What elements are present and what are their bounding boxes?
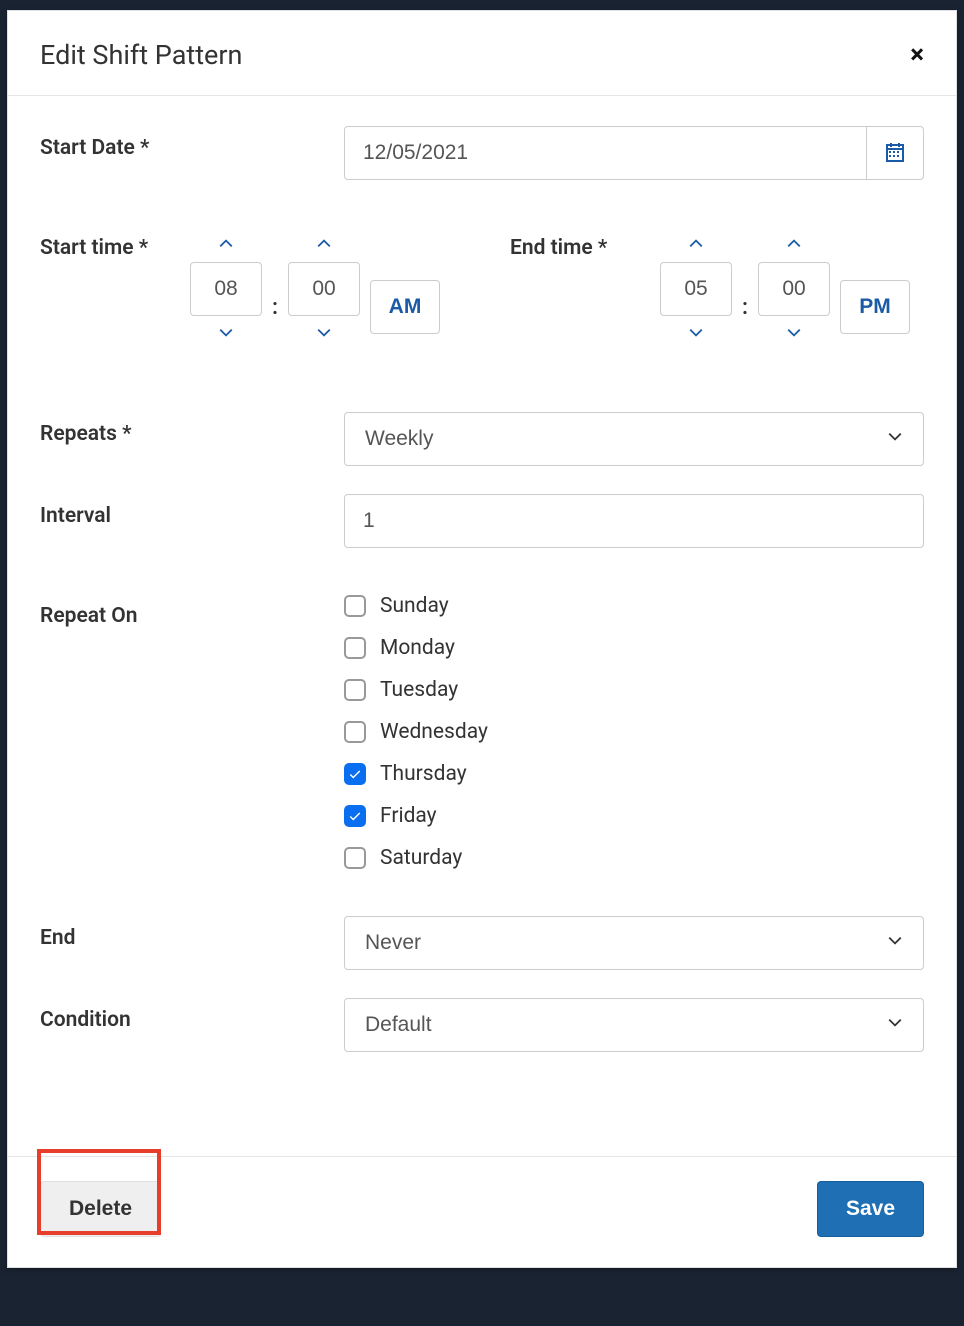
- chevron-down-icon: [215, 322, 237, 347]
- start-minute-down[interactable]: [306, 316, 342, 352]
- end-time-label: End time *: [510, 226, 630, 260]
- repeat-on-day-label: Thursday: [380, 762, 467, 786]
- start-minute-input[interactable]: [288, 262, 360, 316]
- start-date-input[interactable]: [344, 126, 866, 180]
- start-hour-down[interactable]: [208, 316, 244, 352]
- edit-shift-pattern-modal: Edit Shift Pattern × Start Date * Start …: [7, 10, 957, 1268]
- end-hour-up[interactable]: [678, 226, 714, 262]
- repeat-on-option: Monday: [344, 636, 924, 660]
- close-icon[interactable]: ×: [910, 42, 924, 68]
- modal-body: Start Date * Start time *: [8, 96, 956, 1156]
- start-time-picker: : AM: [190, 226, 440, 352]
- repeat-on-checkbox[interactable]: [344, 595, 366, 617]
- repeats-label: Repeats *: [40, 412, 344, 446]
- repeat-on-option: Friday: [344, 804, 924, 828]
- repeat-on-day-label: Wednesday: [380, 720, 488, 744]
- chevron-up-icon: [685, 232, 707, 257]
- repeat-on-option: Wednesday: [344, 720, 924, 744]
- chevron-down-icon: [783, 322, 805, 347]
- end-minute-down[interactable]: [776, 316, 812, 352]
- calendar-icon: [883, 140, 907, 167]
- chevron-up-icon: [313, 232, 335, 257]
- repeat-on-day-label: Tuesday: [380, 678, 458, 702]
- save-button[interactable]: Save: [817, 1181, 924, 1237]
- start-date-label: Start Date *: [40, 126, 344, 160]
- interval-input[interactable]: [344, 494, 924, 548]
- condition-select[interactable]: Default: [344, 998, 924, 1052]
- chevron-up-icon: [783, 232, 805, 257]
- repeat-on-checkbox[interactable]: [344, 721, 366, 743]
- repeat-on-day-label: Saturday: [380, 846, 462, 870]
- end-hour-down[interactable]: [678, 316, 714, 352]
- interval-label: Interval: [40, 494, 344, 528]
- repeat-on-option: Saturday: [344, 846, 924, 870]
- chevron-up-icon: [215, 232, 237, 257]
- chevron-down-icon: [313, 322, 335, 347]
- repeats-select[interactable]: Weekly: [344, 412, 924, 466]
- repeat-on-day-label: Monday: [380, 636, 455, 660]
- modal-footer: Delete Save: [8, 1156, 956, 1267]
- delete-button[interactable]: Delete: [40, 1181, 161, 1237]
- repeat-on-checkbox[interactable]: [344, 637, 366, 659]
- condition-label: Condition: [40, 998, 344, 1032]
- repeat-on-checkbox[interactable]: [344, 805, 366, 827]
- end-minute-input[interactable]: [758, 262, 830, 316]
- end-minute-up[interactable]: [776, 226, 812, 262]
- end-ampm-toggle[interactable]: PM: [840, 280, 910, 334]
- time-colon: :: [272, 295, 278, 320]
- modal-header: Edit Shift Pattern ×: [8, 11, 956, 96]
- repeat-on-day-label: Sunday: [380, 594, 449, 618]
- chevron-down-icon: [685, 322, 707, 347]
- start-hour-input[interactable]: [190, 262, 262, 316]
- repeat-on-checkbox[interactable]: [344, 679, 366, 701]
- start-minute-up[interactable]: [306, 226, 342, 262]
- repeat-on-list: Sunday Monday Tuesday Wednesday Thursday Frid…: [344, 594, 924, 870]
- end-time-picker: : PM: [660, 226, 910, 352]
- repeat-on-option: Tuesday: [344, 678, 924, 702]
- end-select[interactable]: Never: [344, 916, 924, 970]
- time-colon: :: [742, 295, 748, 320]
- repeat-on-label: Repeat On: [40, 594, 344, 628]
- start-hour-up[interactable]: [208, 226, 244, 262]
- repeat-on-day-label: Friday: [380, 804, 437, 828]
- repeat-on-option: Sunday: [344, 594, 924, 618]
- end-label: End: [40, 916, 344, 950]
- start-time-label: Start time *: [40, 226, 160, 260]
- calendar-button[interactable]: [866, 126, 924, 180]
- repeat-on-option: Thursday: [344, 762, 924, 786]
- repeat-on-checkbox[interactable]: [344, 847, 366, 869]
- end-hour-input[interactable]: [660, 262, 732, 316]
- start-ampm-toggle[interactable]: AM: [370, 280, 440, 334]
- modal-title: Edit Shift Pattern: [40, 39, 242, 71]
- repeat-on-checkbox[interactable]: [344, 763, 366, 785]
